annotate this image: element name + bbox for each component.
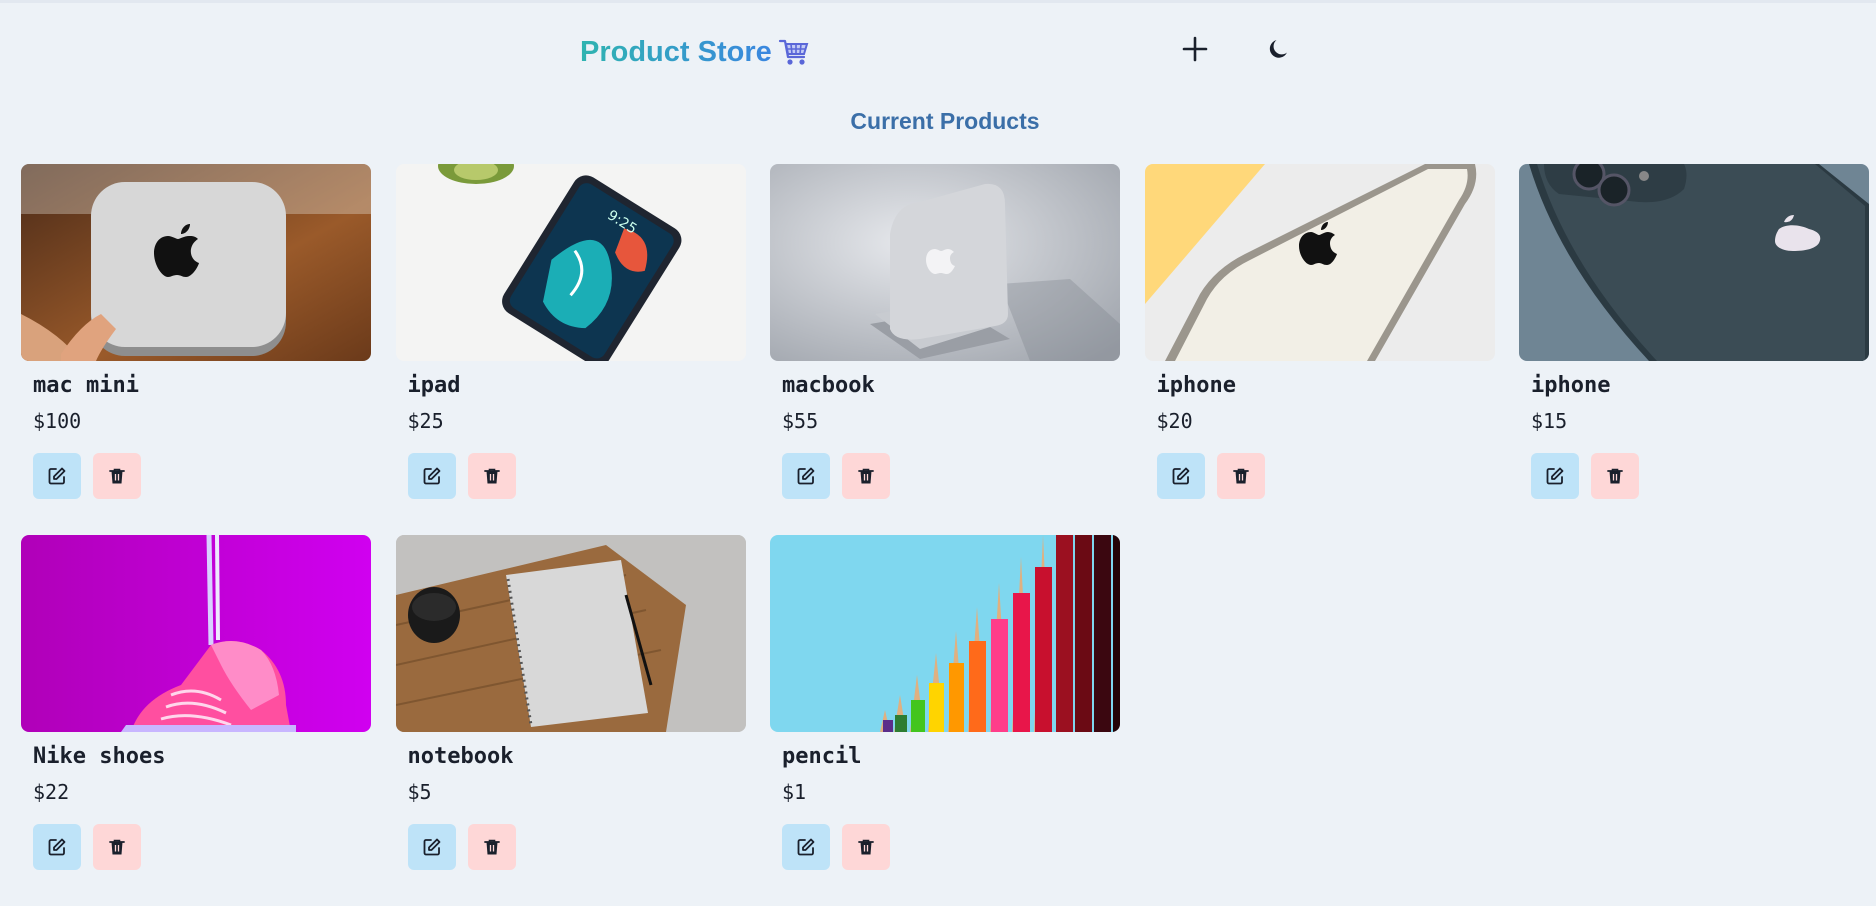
edit-icon	[422, 466, 442, 486]
edit-icon	[1545, 466, 1565, 486]
edit-icon	[796, 466, 816, 486]
shopping-cart-icon	[778, 37, 810, 67]
product-image-mac-mini	[21, 164, 371, 361]
product-card: 9:25 ipad $25	[395, 164, 746, 535]
product-price: $5	[407, 780, 432, 804]
product-name: iphone	[1531, 373, 1611, 398]
product-card: iphone $15	[1519, 164, 1869, 535]
header: Product Store	[0, 0, 1876, 100]
product-image-macbook	[770, 164, 1120, 361]
product-image-sneaker	[21, 535, 371, 732]
product-image-iphone-dark	[1519, 164, 1869, 361]
edit-icon	[47, 837, 67, 857]
trash-icon	[107, 466, 127, 486]
trash-icon	[856, 466, 876, 486]
edit-product-button[interactable]	[782, 824, 830, 870]
delete-product-button[interactable]	[467, 824, 516, 870]
trash-icon	[1605, 466, 1625, 486]
product-price: $1	[782, 780, 807, 804]
product-price: $100	[33, 409, 82, 433]
product-card: macbook $55	[770, 164, 1120, 535]
trash-icon	[107, 837, 127, 857]
product-price: $22	[33, 780, 70, 804]
trash-icon	[482, 837, 502, 857]
product-card: Nike shoes $22	[21, 535, 371, 906]
edit-product-button[interactable]	[407, 824, 456, 870]
edit-icon	[422, 837, 442, 857]
product-price: $15	[1531, 409, 1568, 433]
edit-product-button[interactable]	[782, 453, 830, 499]
delete-product-button[interactable]	[842, 824, 890, 870]
trash-icon	[1231, 466, 1251, 486]
product-image-pencils	[770, 535, 1120, 732]
edit-icon	[1171, 466, 1191, 486]
product-image-iphone-white	[1144, 164, 1495, 361]
product-name: pencil	[782, 744, 862, 769]
edit-icon	[47, 466, 67, 486]
product-name: iphone	[1156, 373, 1236, 398]
product-price: $20	[1156, 409, 1193, 433]
add-product-button[interactable]	[1172, 30, 1218, 72]
edit-product-button[interactable]	[1531, 453, 1579, 499]
delete-product-button[interactable]	[467, 453, 516, 499]
edit-product-button[interactable]	[1156, 453, 1205, 499]
product-card: iphone $20	[1144, 164, 1495, 535]
plus-icon	[1182, 36, 1208, 66]
product-name: notebook	[407, 744, 514, 769]
theme-toggle-button[interactable]	[1256, 30, 1302, 72]
product-price: $55	[782, 409, 819, 433]
product-card: pencil $1	[770, 535, 1120, 906]
product-image-ipad: 9:25	[395, 164, 746, 361]
delete-product-button[interactable]	[1216, 453, 1265, 499]
edit-product-button[interactable]	[33, 453, 81, 499]
product-name: ipad	[407, 373, 461, 398]
product-name: mac mini	[33, 373, 139, 398]
product-image-notebook	[395, 535, 746, 732]
delete-product-button[interactable]	[1591, 453, 1639, 499]
brand-title: Product Store	[580, 35, 772, 68]
delete-product-button[interactable]	[842, 453, 890, 499]
trash-icon	[856, 837, 876, 857]
product-price: $25	[407, 409, 444, 433]
moon-icon	[1267, 37, 1291, 65]
delete-product-button[interactable]	[93, 824, 141, 870]
delete-product-button[interactable]	[93, 453, 141, 499]
edit-icon	[796, 837, 816, 857]
product-grid: mac mini $100 9:25 ipad $25 macbook $55 …	[21, 164, 1869, 906]
brand-link[interactable]: Product Store	[580, 32, 810, 72]
product-card: mac mini $100	[21, 164, 371, 535]
edit-product-button[interactable]	[407, 453, 456, 499]
product-name: macbook	[782, 373, 875, 398]
product-card: notebook $5	[395, 535, 746, 906]
trash-icon	[482, 466, 502, 486]
product-name: Nike shoes	[33, 744, 166, 769]
section-title: Current Products	[850, 108, 1040, 134]
edit-product-button[interactable]	[33, 824, 81, 870]
